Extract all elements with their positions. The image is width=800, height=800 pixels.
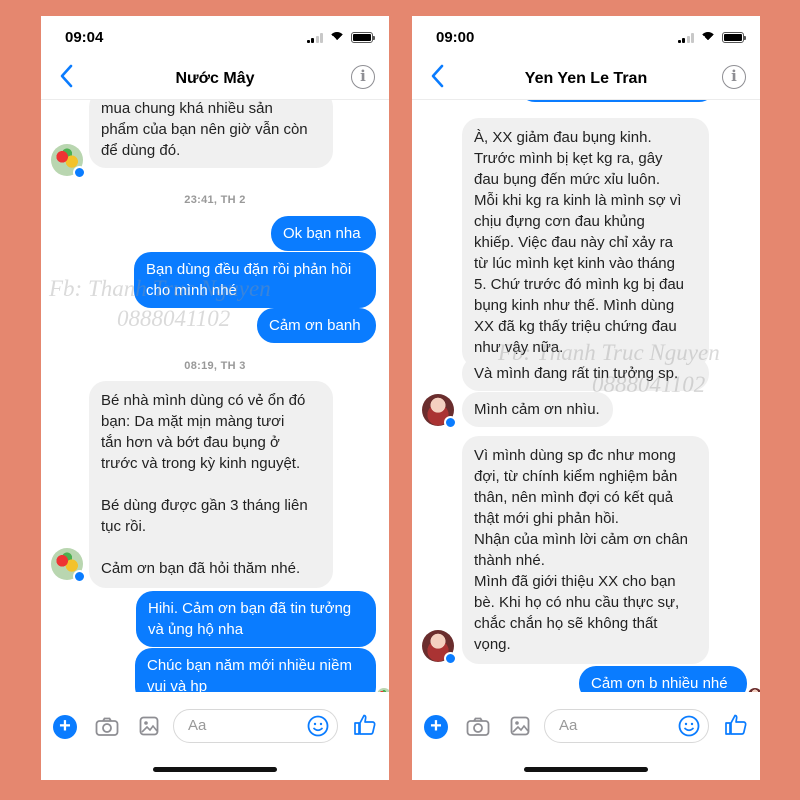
outgoing-message[interactable]: Hihi. Cảm ơn bạn đã tin tưởng và ủng hộ … [136, 591, 376, 647]
contact-avatar[interactable] [422, 394, 457, 429]
left-phone-screen: 09:04 Nước Mây i mua chung khá nhiều sản… [41, 16, 389, 780]
wifi-icon [700, 32, 716, 43]
status-time: 09:00 [436, 29, 475, 46]
message-composer: + Aa [412, 707, 760, 749]
chat-header: Nước Mây i [41, 58, 389, 100]
incoming-message[interactable]: À, XX giảm đau bụng kinh. Trước mình bị … [462, 118, 709, 368]
message-thread[interactable]: mua chung khá nhiều sản phẩm của bạn nên… [41, 100, 389, 692]
incoming-message[interactable]: Mình cảm ơn nhìu. [462, 392, 613, 427]
photo-icon[interactable] [510, 716, 530, 736]
messenger-badge-icon [73, 570, 86, 583]
contact-avatar[interactable] [422, 630, 457, 665]
messenger-badge-icon [444, 416, 457, 429]
plus-icon[interactable]: + [53, 715, 77, 739]
contact-name[interactable]: Nước Mây [41, 70, 389, 88]
info-icon[interactable]: i [722, 65, 746, 89]
outgoing-message-edge [518, 100, 716, 102]
outgoing-message[interactable]: Bạn dùng đều đặn rồi phản hồi cho mình n… [134, 252, 376, 308]
message-composer: + Aa [41, 707, 389, 749]
chat-header: Yen Yen Le Tran i [412, 58, 760, 100]
battery-icon [351, 32, 375, 43]
message-thread[interactable]: À, XX giảm đau bụng kinh. Trước mình bị … [412, 100, 760, 692]
emoji-icon[interactable] [307, 715, 329, 737]
outgoing-message[interactable]: Ok bạn nha [271, 216, 376, 251]
plus-icon[interactable]: + [424, 715, 448, 739]
messenger-badge-icon [73, 166, 86, 179]
timestamp: 23:41, TH 2 [184, 194, 246, 206]
incoming-message[interactable]: Và mình đang rất tin tưởng sp. [462, 356, 709, 391]
home-indicator [524, 767, 648, 772]
contact-name[interactable]: Yen Yen Le Tran [412, 70, 760, 88]
emoji-icon[interactable] [678, 715, 700, 737]
outgoing-message[interactable]: Cảm ơn banh [257, 308, 376, 343]
input-placeholder: Aa [188, 717, 207, 734]
incoming-message[interactable]: mua chung khá nhiều sản phẩm của bạn nên… [89, 100, 333, 168]
right-phone-screen: 09:00 Yen Yen Le Tran i À, XX giảm đau b… [412, 16, 760, 780]
home-indicator [153, 767, 277, 772]
thumbs-up-icon[interactable] [724, 713, 748, 737]
incoming-message[interactable]: Bé nhà mình dùng có vẻ ổn đó bạn: Da mặt… [89, 381, 333, 588]
status-icons [677, 32, 746, 43]
info-icon[interactable]: i [351, 65, 375, 89]
camera-icon[interactable] [95, 717, 119, 737]
battery-icon [722, 32, 746, 43]
contact-avatar[interactable] [51, 144, 86, 179]
status-time: 09:04 [65, 29, 104, 46]
status-bar: 09:04 [41, 16, 389, 58]
camera-icon[interactable] [466, 717, 490, 737]
contact-avatar[interactable] [51, 548, 86, 583]
seen-avatar-icon [748, 688, 760, 692]
outgoing-message[interactable]: Cảm ơn b nhiều nhé [579, 666, 747, 692]
incoming-message[interactable]: Vì mình dùng sp đc như mong đợi, từ chín… [462, 436, 709, 664]
input-placeholder: Aa [559, 717, 578, 734]
timestamp: 08:19, TH 3 [184, 360, 246, 372]
outgoing-message[interactable]: Chúc bạn năm mới nhiều niềm vui và hp [135, 648, 376, 692]
wifi-icon [329, 32, 345, 43]
messenger-badge-icon [444, 652, 457, 665]
signal-icon [677, 32, 694, 43]
thumbs-up-icon[interactable] [353, 713, 377, 737]
message-input[interactable]: Aa [173, 709, 338, 743]
status-bar: 09:00 [412, 16, 760, 58]
signal-icon [306, 32, 323, 43]
message-input[interactable]: Aa [544, 709, 709, 743]
status-icons [306, 32, 375, 43]
seen-avatar-icon [377, 688, 389, 692]
photo-icon[interactable] [139, 716, 159, 736]
